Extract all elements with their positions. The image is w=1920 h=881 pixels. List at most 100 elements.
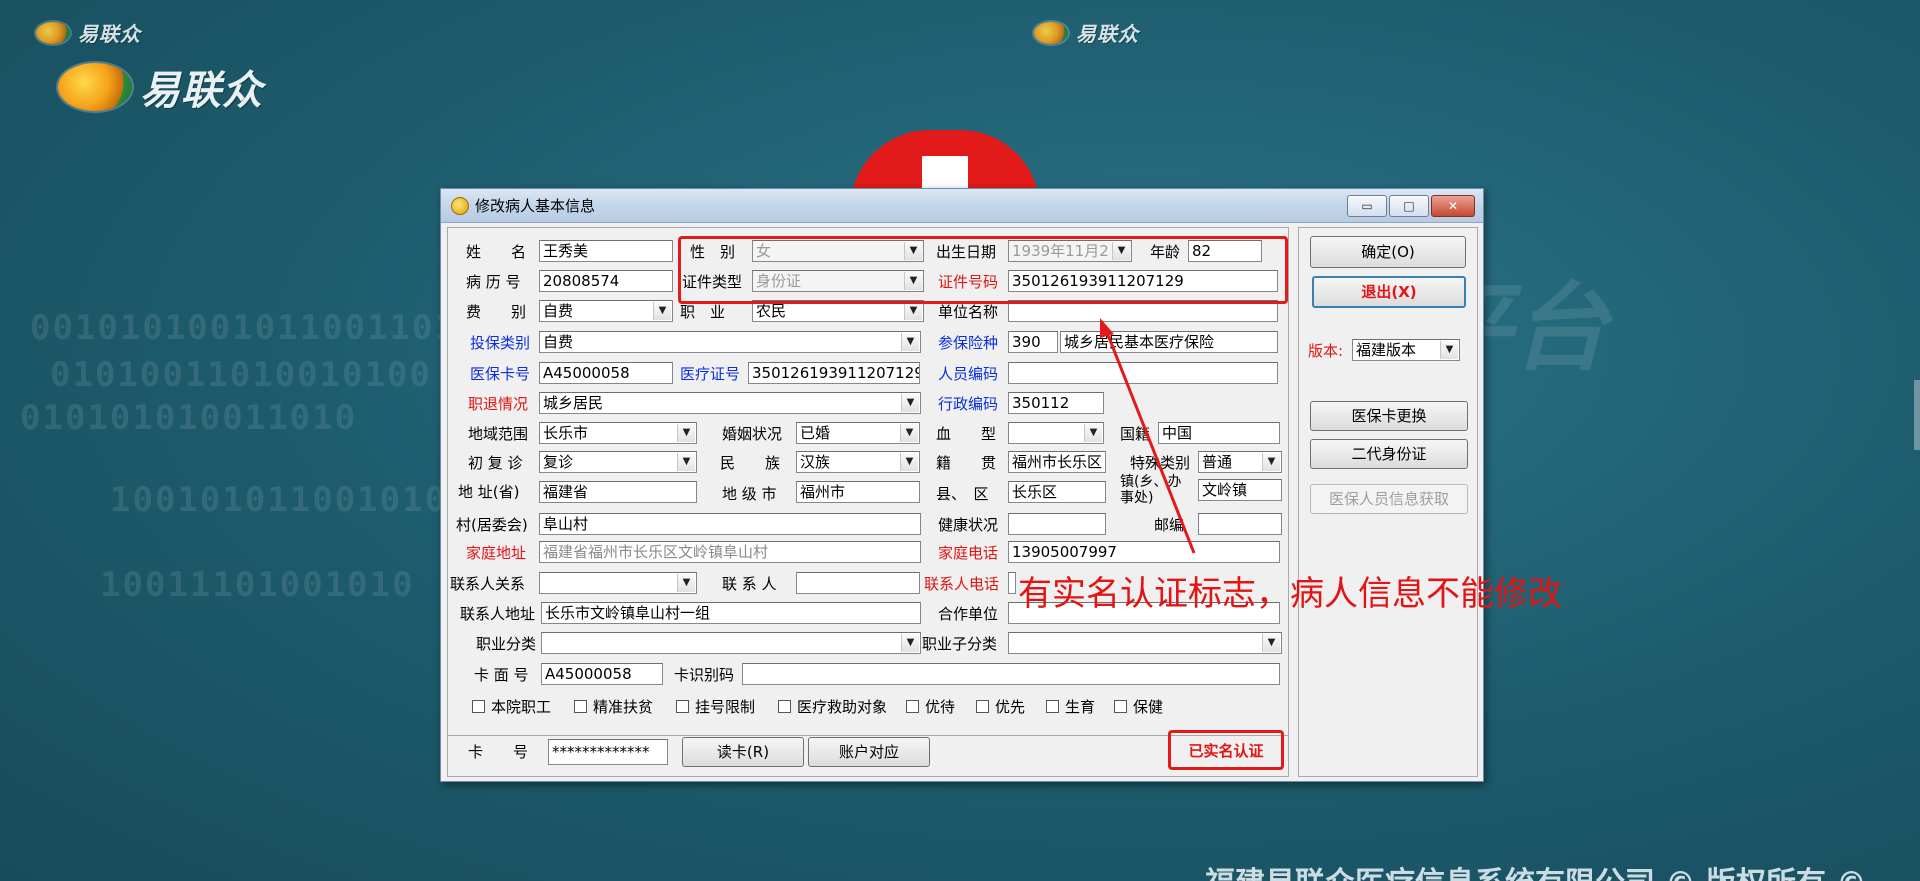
logo-text: 易联众 <box>140 67 263 114</box>
occupation-subclass-select[interactable]: ▼ <box>1008 632 1282 654</box>
version-select[interactable]: 福建版本 ▼ <box>1352 339 1460 361</box>
chevron-down-icon: ▼ <box>677 453 695 471</box>
label-visit-type: 初 复 诊 <box>468 454 523 472</box>
fee-type-select[interactable]: 自费 ▼ <box>539 300 673 322</box>
fee-type-value: 自费 <box>543 302 574 320</box>
dialog-titlebar[interactable]: 修改病人基本信息 ▭ □ ✕ <box>441 189 1483 223</box>
checkbox-preferential[interactable]: 优待 <box>906 695 955 717</box>
card-face-no-field[interactable]: A45000058 <box>541 663 663 685</box>
chevron-down-icon: ▼ <box>653 302 671 320</box>
special-category-select[interactable]: 普通 ▼ <box>1198 451 1282 473</box>
version-value: 福建版本 <box>1356 341 1417 359</box>
checkbox-label: 生育 <box>1065 697 1096 716</box>
label-retire-status: 职退情况 <box>468 395 529 413</box>
checkbox-box <box>778 699 791 713</box>
checkbox-poverty[interactable]: 精准扶贫 <box>574 695 653 717</box>
ok-button[interactable]: 确定(O) <box>1310 236 1466 268</box>
label-city: 地 级 市 <box>722 485 777 503</box>
province-field[interactable]: 福建省 <box>539 481 697 503</box>
checkbox-staff[interactable]: 本院职工 <box>472 695 551 717</box>
label-age: 年龄 <box>1150 243 1181 261</box>
id-no-field[interactable]: 350126193911207129 <box>1008 270 1278 292</box>
card-id-code-field[interactable] <box>742 663 1280 685</box>
county-field[interactable]: 长乐区 <box>1008 481 1106 503</box>
label-card-id-code: 卡识别码 <box>674 666 735 684</box>
ethnicity-select[interactable]: 汉族 ▼ <box>796 451 920 473</box>
health-field[interactable] <box>1008 513 1106 535</box>
marital-select[interactable]: 已婚 ▼ <box>796 422 920 444</box>
replace-card-button[interactable]: 医保卡更换 <box>1310 401 1468 431</box>
medical-cert-no-field[interactable]: 350126193911207129 <box>748 362 920 384</box>
employer-field[interactable] <box>1008 300 1278 322</box>
maximize-button[interactable]: □ <box>1389 195 1429 217</box>
village-field[interactable]: 阜山村 <box>539 513 921 535</box>
chevron-down-icon: ▼ <box>901 634 919 652</box>
id-type-select[interactable]: 身份证 ▼ <box>752 270 924 292</box>
checkbox-label: 本院职工 <box>491 697 552 716</box>
checkbox-healthcare[interactable]: 保健 <box>1114 695 1163 717</box>
postcode-field[interactable] <box>1198 513 1282 535</box>
chevron-down-icon: ▼ <box>904 302 922 320</box>
contact-relation-select[interactable]: ▼ <box>539 572 697 594</box>
home-address-field[interactable]: 福建省福州市长乐区文岭镇阜山村 <box>539 541 921 563</box>
checkbox-medical-aid[interactable]: 医疗救助对象 <box>778 695 887 717</box>
insurance-type-code-field[interactable]: 390 <box>1008 331 1058 353</box>
chevron-down-icon: ▼ <box>901 333 919 351</box>
contact-phone-field[interactable] <box>1008 572 1016 594</box>
name-field[interactable]: 王秀美 <box>539 240 673 262</box>
label-insurance-card-no: 医保卡号 <box>470 365 531 383</box>
occupation-select[interactable]: 农民 ▼ <box>752 300 924 322</box>
label-fee-type: 费 别 <box>466 303 527 321</box>
gender-select[interactable]: 女 ▼ <box>752 240 924 262</box>
occupation-class-select[interactable]: ▼ <box>541 632 921 654</box>
insured-category-select[interactable]: 自费 ▼ <box>539 331 921 353</box>
annotation-text: 有实名认证标志，病人信息不能修改 <box>1018 574 1562 614</box>
nationality-field[interactable]: 中国 <box>1158 422 1280 444</box>
label-name: 姓 名 <box>466 243 527 261</box>
label-region: 地域范围 <box>468 425 529 443</box>
label-admin-code: 行政编码 <box>938 395 999 413</box>
insurance-card-no-field[interactable]: A45000058 <box>539 362 673 384</box>
person-code-field[interactable] <box>1008 362 1278 384</box>
chevron-down-icon: ▼ <box>904 272 922 290</box>
logo-mark-icon <box>1034 21 1068 44</box>
town-field[interactable]: 文岭镇 <box>1198 479 1282 501</box>
label-occupation: 职 业 <box>680 303 726 321</box>
home-phone-field[interactable]: 13905007997 <box>1008 541 1280 563</box>
account-match-button[interactable]: 账户对应 <box>808 737 930 767</box>
close-button[interactable]: ✕ <box>1431 195 1475 217</box>
admin-code-field[interactable]: 350112 <box>1008 392 1104 414</box>
insurance-type-field[interactable]: 城乡居民基本医疗保险 <box>1060 331 1278 353</box>
birth-date-value: 1939年11月2 <box>1012 242 1109 260</box>
region-select[interactable]: 长乐市 ▼ <box>539 422 697 444</box>
visit-type-select[interactable]: 复诊 ▼ <box>539 451 697 473</box>
fetch-insured-info-button[interactable]: 医保人员信息获取 <box>1310 484 1468 514</box>
read-card-button[interactable]: 读卡(R) <box>682 737 804 767</box>
birth-date-picker[interactable]: 1939年11月2 ▼ <box>1008 240 1132 262</box>
checkbox-registration-limit[interactable]: 挂号限制 <box>676 695 755 717</box>
dialog-title: 修改病人基本信息 <box>475 197 596 215</box>
background-binary-line: 0010101001011001101 <box>30 308 457 348</box>
label-contact-phone: 联系人电话 <box>924 575 1000 593</box>
native-place-field[interactable]: 福州市长乐区 <box>1008 451 1106 473</box>
gender-value: 女 <box>756 242 772 260</box>
checkbox-priority[interactable]: 优先 <box>976 695 1025 717</box>
retire-status-select[interactable]: 城乡居民 ▼ <box>539 392 921 414</box>
contact-address-field[interactable]: 长乐市文岭镇阜山村一组 <box>541 602 921 624</box>
label-id-type: 证件类型 <box>682 273 743 291</box>
minimize-button[interactable]: ▭ <box>1347 195 1387 217</box>
label-card-face-no: 卡 面 号 <box>474 666 529 684</box>
checkbox-maternity[interactable]: 生育 <box>1046 695 1095 717</box>
age-field[interactable]: 82 <box>1188 240 1262 262</box>
blood-type-select[interactable]: ▼ <box>1008 422 1104 444</box>
chevron-down-icon: ▼ <box>1262 634 1280 652</box>
label-home-address: 家庭地址 <box>466 544 527 562</box>
city-field[interactable]: 福州市 <box>796 481 920 503</box>
second-id-card-button[interactable]: 二代身份证 <box>1310 439 1468 469</box>
background-binary-line: 1001010110010101 <box>110 480 470 520</box>
exit-button[interactable]: 退出(X) <box>1312 276 1466 308</box>
card-no-field[interactable]: ************* <box>548 739 668 765</box>
contact-person-field[interactable] <box>796 572 920 594</box>
record-no-field[interactable]: 20808574 <box>539 270 673 292</box>
background-binary-line: 010101010011010 <box>20 398 358 438</box>
